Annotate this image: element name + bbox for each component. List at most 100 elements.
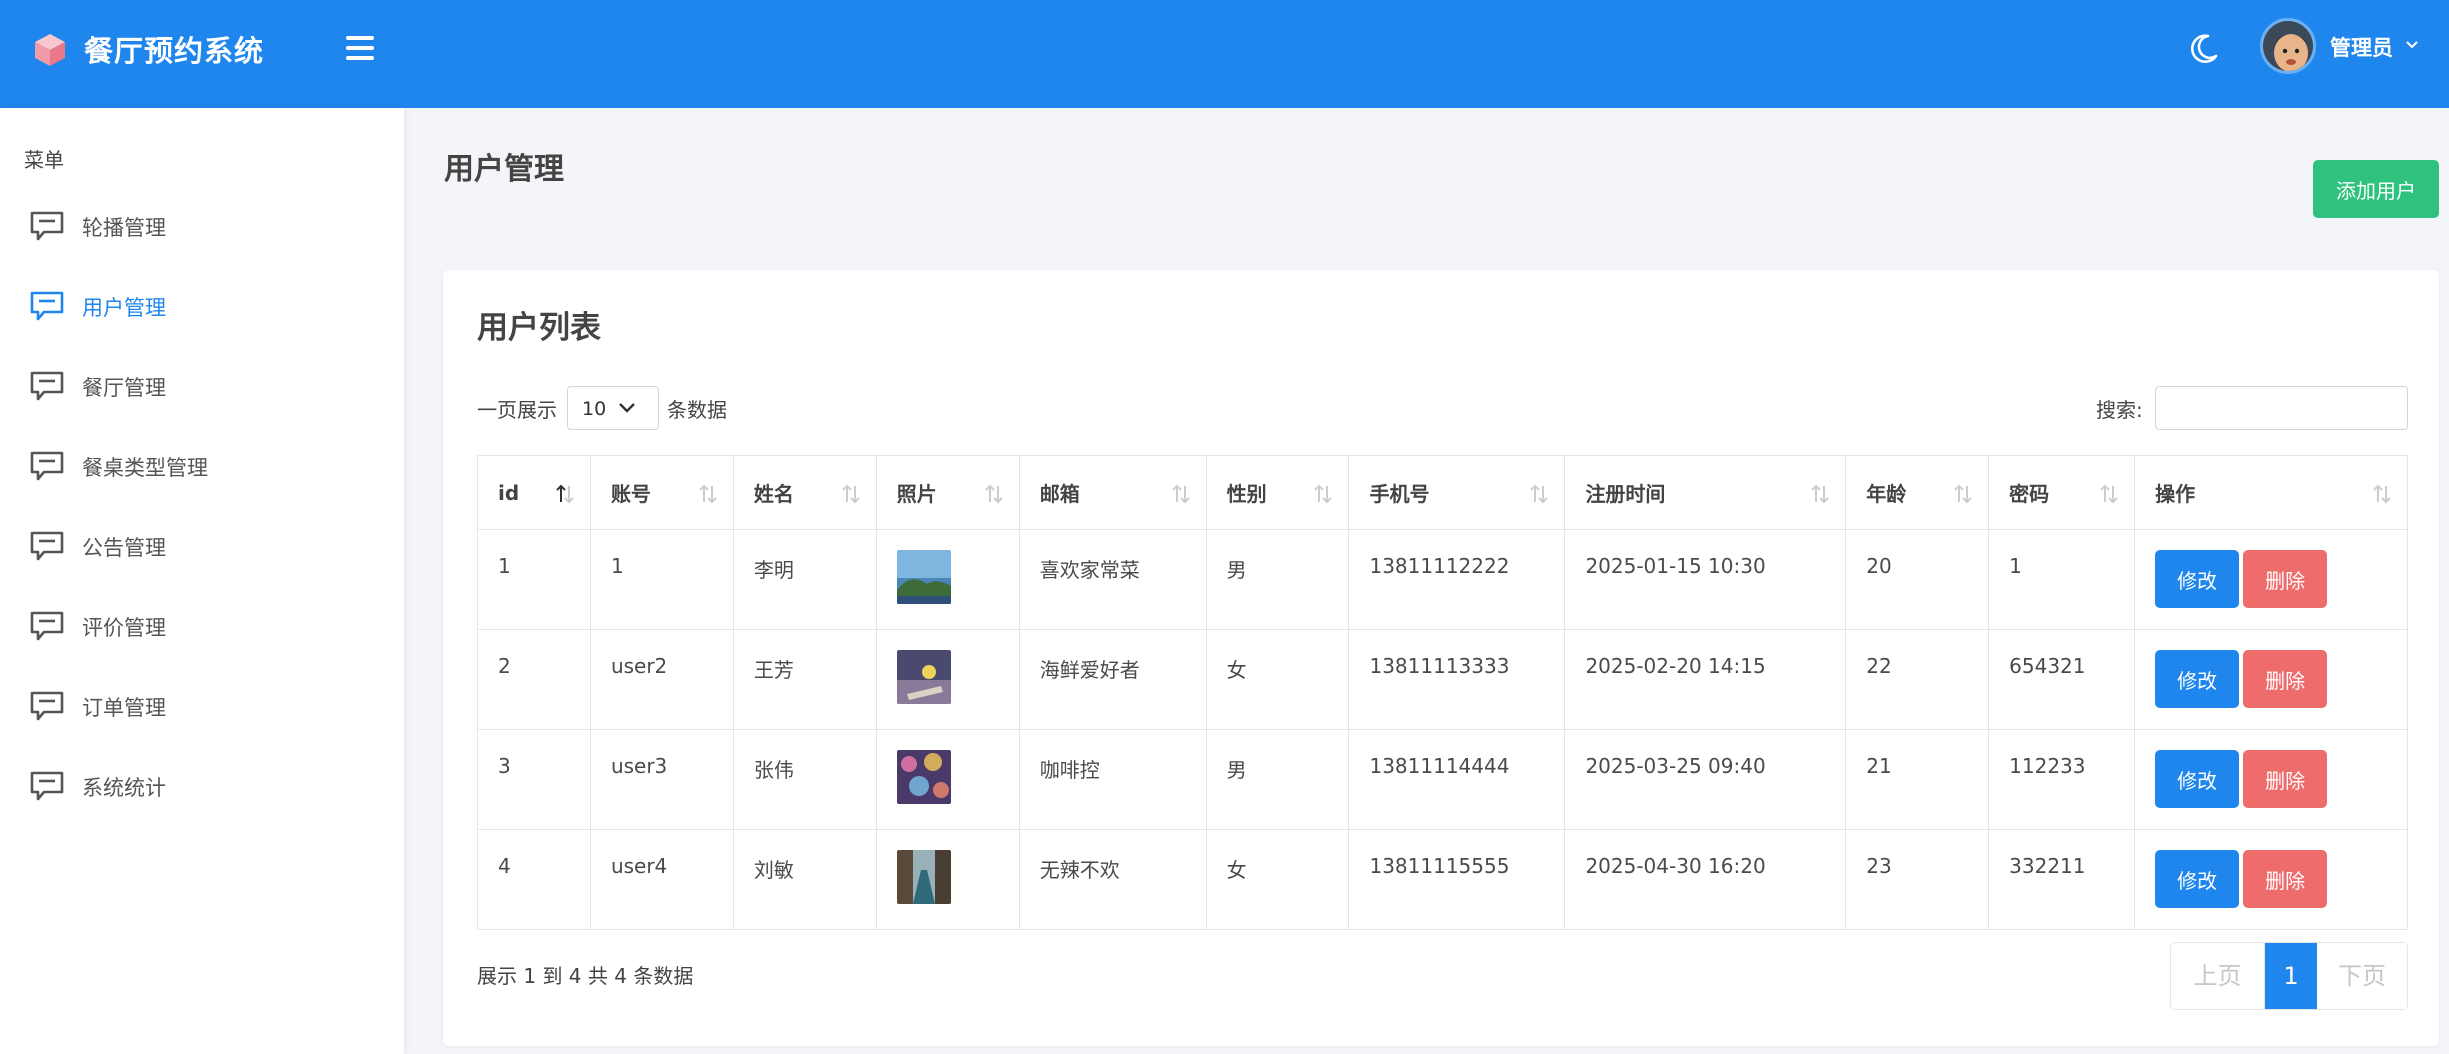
cell-password: 332211 (1988, 829, 2136, 930)
next-page-button[interactable]: 下页 (2317, 943, 2407, 1009)
cell-photo (875, 729, 1020, 830)
column-header-password[interactable]: 密码 (1988, 455, 2136, 530)
edit-button[interactable]: 修改 (2155, 850, 2240, 908)
table-row: 4 user4 刘敏 无辣不欢 女 13811115555 2025-04-30… (477, 829, 2408, 930)
page-length-select[interactable]: 10 (567, 386, 659, 430)
sidebar: 菜单 轮播管理 用户管理 餐厅管理 餐桌类型管理 公告管理 评价管理 订单管理 … (0, 108, 404, 1054)
cell-account: user2 (589, 629, 734, 730)
user-menu-name[interactable]: 管理员 (2330, 32, 2393, 62)
column-header-age[interactable]: 年龄 (1845, 455, 1990, 530)
cell-name: 李明 (732, 529, 877, 630)
chevron-down-icon[interactable] (2404, 38, 2420, 52)
delete-button[interactable]: 删除 (2243, 750, 2328, 808)
cell-gender: 男 (1205, 729, 1350, 830)
menu-toggle-icon[interactable] (346, 36, 374, 60)
cell-photo (875, 529, 1020, 630)
sort-icon (1530, 484, 1549, 504)
app-title: 餐厅预约系统 (84, 34, 265, 68)
sidebar-item-restaurants[interactable]: 餐厅管理 (0, 358, 404, 418)
sidebar-item-label: 公告管理 (82, 536, 166, 560)
sidebar-item-reviews[interactable]: 评价管理 (0, 598, 404, 658)
cell-name: 王芳 (732, 629, 877, 730)
cell-actions: 修改 删除 (2134, 829, 2408, 930)
street-photo (896, 850, 951, 904)
column-header-id[interactable]: id (477, 455, 591, 530)
edit-button[interactable]: 修改 (2155, 550, 2240, 608)
coast-photo (896, 550, 951, 604)
cell-account: user3 (589, 729, 734, 830)
cell-registered: 2025-01-15 10:30 (1564, 529, 1847, 630)
table-row: 2 user2 王芳 海鲜爱好者 女 13811113333 2025-02-2… (477, 629, 2408, 730)
column-header-phone[interactable]: 手机号 (1348, 455, 1566, 530)
table-row: 1 1 李明 喜欢家常菜 男 13811112222 2025-01-15 10… (477, 529, 2408, 630)
sidebar-item-statistics[interactable]: 系统统计 (0, 758, 404, 818)
cell-actions: 修改 删除 (2134, 529, 2408, 630)
message-icon (30, 451, 64, 481)
bokeh-photo (896, 750, 951, 804)
cell-gender: 女 (1205, 829, 1350, 930)
cell-actions: 修改 删除 (2134, 729, 2408, 830)
cell-email: 无辣不欢 (1018, 829, 1207, 930)
sort-icon (2100, 484, 2118, 504)
message-icon (30, 371, 64, 401)
user-table: id 账号 姓名 照片 邮箱 性别 手机号 注册时间 年龄 密码 操作 1 1 … (477, 455, 2408, 930)
column-header-email[interactable]: 邮箱 (1018, 455, 1207, 530)
cell-account: user4 (589, 829, 734, 930)
column-header-account[interactable]: 账号 (589, 455, 734, 530)
sidebar-item-label: 系统统计 (82, 776, 166, 800)
cell-registered: 2025-03-25 09:40 (1564, 729, 1847, 830)
sort-icon (2373, 484, 2391, 504)
column-header-registered[interactable]: 注册时间 (1564, 455, 1847, 530)
page-1-button[interactable]: 1 (2265, 943, 2317, 1009)
cell-email: 喜欢家常菜 (1018, 529, 1207, 630)
delete-button[interactable]: 删除 (2243, 850, 2328, 908)
avatar[interactable] (2260, 18, 2316, 74)
delete-button[interactable]: 删除 (2243, 650, 2328, 708)
search-input[interactable] (2155, 386, 2408, 430)
sidebar-item-carousel[interactable]: 轮播管理 (0, 198, 404, 258)
message-icon (30, 211, 64, 241)
cell-gender: 女 (1205, 629, 1350, 730)
sidebar-item-label: 订单管理 (82, 696, 166, 720)
add-user-button[interactable]: 添加用户 (2313, 160, 2439, 218)
sidebar-item-label: 餐桌类型管理 (82, 456, 208, 480)
sort-icon (1171, 484, 1190, 504)
cell-photo (875, 829, 1020, 930)
table-header-row: id 账号 姓名 照片 邮箱 性别 手机号 注册时间 年龄 密码 操作 (477, 455, 2408, 530)
cell-email: 海鲜爱好者 (1018, 629, 1207, 730)
top-header: 餐厅预约系统 管理员 (0, 0, 2449, 108)
sidebar-item-orders[interactable]: 订单管理 (0, 678, 404, 738)
sidebar-item-notices[interactable]: 公告管理 (0, 518, 404, 578)
prev-page-button[interactable]: 上页 (2171, 943, 2265, 1009)
message-icon (30, 611, 64, 641)
cell-id: 3 (477, 729, 591, 830)
column-header-name[interactable]: 姓名 (732, 455, 877, 530)
table-info: 展示 1 到 4 共 4 条数据 (477, 964, 694, 988)
search-label: 搜索: (2096, 398, 2143, 422)
message-icon (30, 691, 64, 721)
cell-gender: 男 (1205, 529, 1350, 630)
cell-password: 1 (1988, 529, 2136, 630)
cell-name: 刘敏 (732, 829, 877, 930)
delete-button[interactable]: 删除 (2243, 550, 2328, 608)
column-header-actions[interactable]: 操作 (2134, 455, 2408, 530)
cell-id: 4 (477, 829, 591, 930)
cell-registered: 2025-04-30 16:20 (1564, 829, 1847, 930)
column-header-photo[interactable]: 照片 (875, 455, 1020, 530)
user-list-card: 用户列表 一页展示 10 条数据 搜索: id 账号 姓名 照片 邮箱 性别 手… (443, 270, 2439, 1046)
cell-phone: 13811113333 (1348, 629, 1566, 730)
card-title: 用户列表 (477, 310, 601, 346)
sidebar-item-users[interactable]: 用户管理 (0, 278, 404, 338)
cube-logo-icon (35, 34, 65, 66)
edit-button[interactable]: 修改 (2155, 750, 2240, 808)
cell-actions: 修改 删除 (2134, 629, 2408, 730)
sidebar-item-table-types[interactable]: 餐桌类型管理 (0, 438, 404, 498)
sort-icon (1314, 484, 1333, 504)
sort-icon (699, 484, 717, 504)
edit-button[interactable]: 修改 (2155, 650, 2240, 708)
column-header-gender[interactable]: 性别 (1205, 455, 1350, 530)
moon-icon[interactable] (2186, 32, 2220, 66)
sort-icon (842, 484, 860, 504)
cell-password: 112233 (1988, 729, 2136, 830)
cell-password: 654321 (1988, 629, 2136, 730)
